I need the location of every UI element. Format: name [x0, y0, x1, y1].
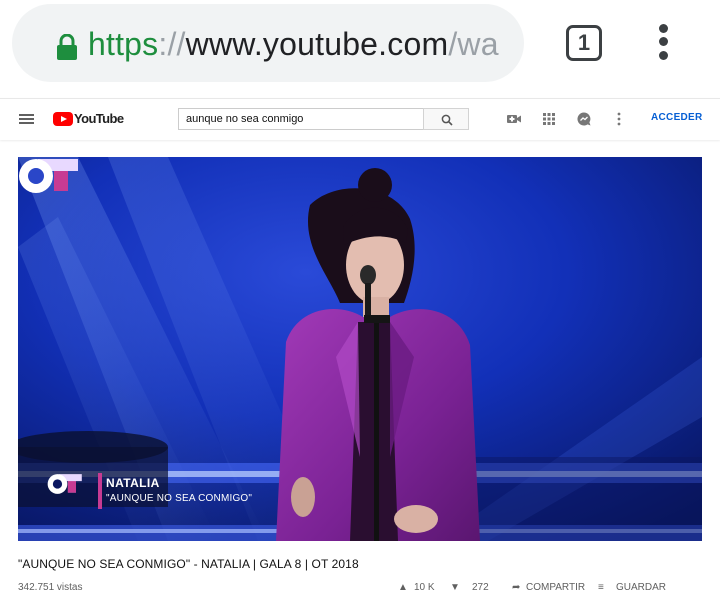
youtube-logo-text: YouTube — [74, 111, 124, 126]
tabs-icon[interactable]: 1 — [566, 25, 602, 61]
messages-icon[interactable] — [576, 111, 592, 127]
youtube-play-icon — [53, 112, 73, 126]
overlay-artist-name: NATALIA — [106, 476, 160, 490]
share-icon[interactable]: ➦ — [512, 582, 520, 593]
address-text[interactable]: https://www.youtube.com/wa — [88, 22, 506, 66]
signin-button[interactable]: ACCEDER — [651, 112, 703, 123]
video-meta-row: 342.751 vistas ▲ 10 K ▼ 272 ➦ COMPARTIR … — [18, 582, 718, 594]
lock-icon — [57, 34, 77, 60]
dislike-count[interactable]: 272 — [472, 582, 489, 593]
search-input[interactable]: aunque no sea conmigo — [178, 108, 423, 130]
browser-toolbar: https://www.youtube.com/wa 1 — [0, 0, 720, 98]
share-button[interactable]: COMPARTIR — [526, 582, 585, 593]
lower-third-accent — [98, 473, 102, 509]
dislike-icon[interactable]: ▼ — [450, 582, 460, 593]
url-separator: :// — [158, 26, 186, 62]
overlay-song-title: "AUNQUE NO SEA CONMIGO" — [106, 493, 253, 504]
save-icon[interactable]: ≡ — [598, 582, 604, 593]
save-button[interactable]: GUARDAR — [616, 582, 666, 593]
search-button[interactable] — [423, 108, 469, 130]
video-player[interactable]: NATALIA "AUNQUE NO SEA CONMIGO" — [18, 157, 702, 541]
url-host: www.youtube.com — [185, 26, 449, 62]
url-path: /wa — [448, 26, 499, 62]
url-scheme: https — [88, 26, 159, 62]
like-count[interactable]: 10 K — [414, 582, 435, 593]
youtube-header: YouTube aunque no sea conmigo ACCEDER — [0, 98, 720, 140]
lower-third-caption: NATALIA "AUNQUE NO SEA CONMIGO" — [46, 473, 346, 517]
create-video-icon[interactable] — [506, 111, 522, 127]
video-title: "AUNQUE NO SEA CONMIGO" - NATALIA | GALA… — [18, 557, 359, 571]
apps-icon[interactable] — [541, 111, 557, 127]
view-count: 342.751 vistas — [18, 582, 83, 593]
more-vert-icon[interactable] — [656, 24, 672, 60]
settings-more-icon[interactable] — [611, 111, 627, 127]
search-icon — [441, 114, 453, 126]
menu-icon[interactable] — [19, 114, 34, 125]
ot-logo — [19, 159, 78, 193]
like-icon[interactable]: ▲ — [398, 582, 408, 593]
ot-small-logo — [47, 474, 82, 494]
